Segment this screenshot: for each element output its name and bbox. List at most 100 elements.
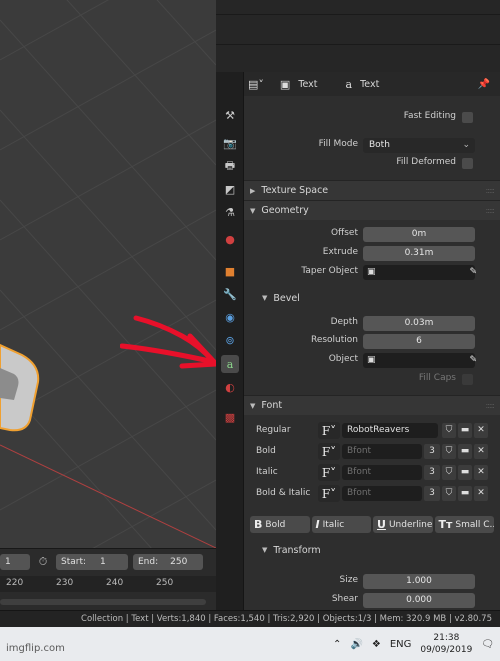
chevron-down-icon: ▼ (250, 401, 256, 410)
text-data-tab-icon[interactable]: a (221, 355, 239, 373)
section-title: Font (261, 400, 283, 411)
folder-icon[interactable]: ▬ (458, 465, 472, 480)
drag-grip-icon[interactable]: ::::: (486, 206, 496, 215)
view-layer-tab-icon[interactable]: ◩ (221, 180, 239, 198)
fast-editing-label: Fast Editing (403, 111, 456, 121)
taskbar: imgflip.com ⌃ 🔊 ❖ ENG 21:38 09/09/2019 🗨 (0, 627, 500, 661)
clock-icon: ⏱ (38, 555, 48, 568)
taper-object-field[interactable]: ▣ ✎ (363, 265, 477, 280)
fast-editing-checkbox[interactable] (462, 112, 473, 123)
small-caps-label: Small C... (455, 519, 494, 530)
close-icon[interactable]: ✕ (474, 444, 488, 459)
timeline-scrollbar[interactable] (0, 599, 206, 605)
constraints-tab-icon[interactable]: ◉ (221, 308, 239, 326)
eyedropper-icon[interactable]: ✎ (469, 353, 477, 368)
bevel-subsection[interactable]: ▼ Bevel (244, 288, 500, 308)
font-browse-icon[interactable]: F˅ (318, 443, 340, 460)
folder-icon[interactable]: ▬ (458, 486, 472, 501)
object-icon: ▣ (279, 77, 291, 91)
3d-viewport[interactable] (0, 0, 216, 548)
chevron-down-icon: ⌄ (462, 140, 470, 150)
drag-grip-icon[interactable]: ::::: (486, 401, 496, 410)
material-tab-icon[interactable]: ◐ (221, 378, 239, 396)
italic-toggle-button[interactable]: I Italic (311, 516, 371, 533)
selected-text-object (0, 343, 40, 432)
bold-toggle-button[interactable]: B Bold (250, 516, 310, 533)
offset-label: Offset (330, 228, 358, 238)
physics-tab-icon[interactable]: ⊚ (221, 331, 239, 349)
underline-toggle-button[interactable]: U Underline (373, 516, 433, 533)
drag-grip-icon[interactable]: ::::: (486, 186, 496, 195)
scene-statistics: Collection | Text | Verts:1,840 | Faces:… (81, 614, 492, 624)
notification-icon[interactable]: 🗨 (481, 639, 494, 650)
pin-icon[interactable]: 📌 (478, 79, 490, 90)
chevron-down-icon: ▼ (262, 294, 268, 302)
texture-space-section[interactable]: ▶ Texture Space ::::: (244, 180, 500, 200)
fill-caps-checkbox[interactable] (462, 374, 473, 385)
shield-icon[interactable]: ⛉ (442, 486, 456, 501)
start-frame-field[interactable]: Start: 1 (56, 554, 128, 570)
taper-object-label: Taper Object (301, 266, 358, 276)
render-tab-icon[interactable]: 📷 (221, 134, 239, 152)
font-bold-name[interactable]: Bfont (342, 444, 422, 459)
output-tab-icon[interactable]: 🖶 (221, 157, 239, 175)
chevron-up-icon[interactable]: ⌃ (333, 639, 341, 650)
text-data-icon: a (345, 77, 353, 91)
fill-caps-label: Fill Caps (418, 373, 456, 383)
language-indicator[interactable]: ENG (390, 639, 412, 650)
speaker-icon[interactable]: 🔊 (350, 639, 362, 650)
transform-subsection[interactable]: ▼ Transform (244, 540, 500, 560)
dropbox-icon[interactable]: ❖ (372, 639, 381, 650)
world-tab-icon[interactable]: ● (221, 230, 239, 248)
end-frame-field[interactable]: End: 250 (133, 554, 203, 570)
current-frame-field[interactable]: 1 (0, 554, 30, 570)
outliner-area (216, 0, 500, 72)
depth-field[interactable]: 0.03m (363, 316, 475, 331)
close-icon[interactable]: ✕ (474, 486, 488, 501)
tool-tab-icon[interactable]: ⚒ (221, 106, 239, 124)
font-browse-icon[interactable]: F˅ (318, 485, 340, 502)
tick-label: 250 (156, 578, 174, 588)
offset-field[interactable]: 0m (363, 227, 475, 242)
modifier-tab-icon[interactable]: 🔧 (221, 285, 239, 303)
annotation-arrow (120, 315, 219, 369)
font-italic-name[interactable]: Bfont (342, 465, 422, 480)
timeline-ruler[interactable]: 220 230 240 250 (0, 576, 216, 592)
geometry-section[interactable]: ▼ Geometry ::::: (244, 200, 500, 220)
small-caps-toggle-button[interactable]: Tт Small C... (434, 516, 494, 533)
close-icon[interactable]: ✕ (474, 423, 488, 438)
close-icon[interactable]: ✕ (474, 465, 488, 480)
tick-label: 240 (106, 578, 124, 588)
bevel-object-field[interactable]: ▣ ✎ (363, 353, 477, 368)
bevel-object-row: Object ▣ ✎ (244, 352, 500, 370)
folder-icon[interactable]: ▬ (458, 444, 472, 459)
fill-mode-label: Fill Mode (318, 139, 358, 149)
shield-icon[interactable]: ⛉ (442, 465, 456, 480)
bevel-object-label: Object (328, 354, 358, 364)
shear-field[interactable]: 0.000 (363, 593, 475, 608)
clock[interactable]: 21:38 09/09/2019 (420, 632, 472, 656)
font-section[interactable]: ▼ Font ::::: (244, 395, 500, 415)
shield-icon[interactable]: ⛉ (442, 423, 456, 438)
watermark: imgflip.com (6, 643, 65, 654)
taper-object-row: Taper Object ▣ ✎ (244, 264, 500, 282)
extrude-field[interactable]: 0.31m (363, 246, 475, 261)
resolution-field[interactable]: 6 (363, 334, 475, 349)
scene-tab-icon[interactable]: ⚗ (221, 203, 239, 221)
texture-tab-icon[interactable]: ▩ (221, 408, 239, 426)
fill-mode-dropdown[interactable]: Both ⌄ (363, 138, 475, 153)
context-object-label[interactable]: Text (298, 79, 317, 90)
font-browse-icon[interactable]: F˅ (318, 422, 340, 439)
object-tab-icon[interactable]: ■ (221, 262, 239, 280)
fill-deformed-checkbox[interactable] (462, 158, 473, 169)
font-bold-italic-name[interactable]: Bfont (342, 486, 422, 501)
size-field[interactable]: 1.000 (363, 574, 475, 589)
extrude-row: Extrude 0.31m (244, 245, 500, 263)
folder-icon[interactable]: ▬ (458, 423, 472, 438)
shield-icon[interactable]: ⛉ (442, 444, 456, 459)
eyedropper-icon[interactable]: ✎ (469, 265, 477, 280)
font-regular-name[interactable]: RobotReavers (342, 423, 438, 438)
editor-type-icon[interactable]: ▤˅ (248, 78, 264, 91)
font-browse-icon[interactable]: F˅ (318, 464, 340, 481)
context-data-label[interactable]: Text (360, 79, 379, 90)
